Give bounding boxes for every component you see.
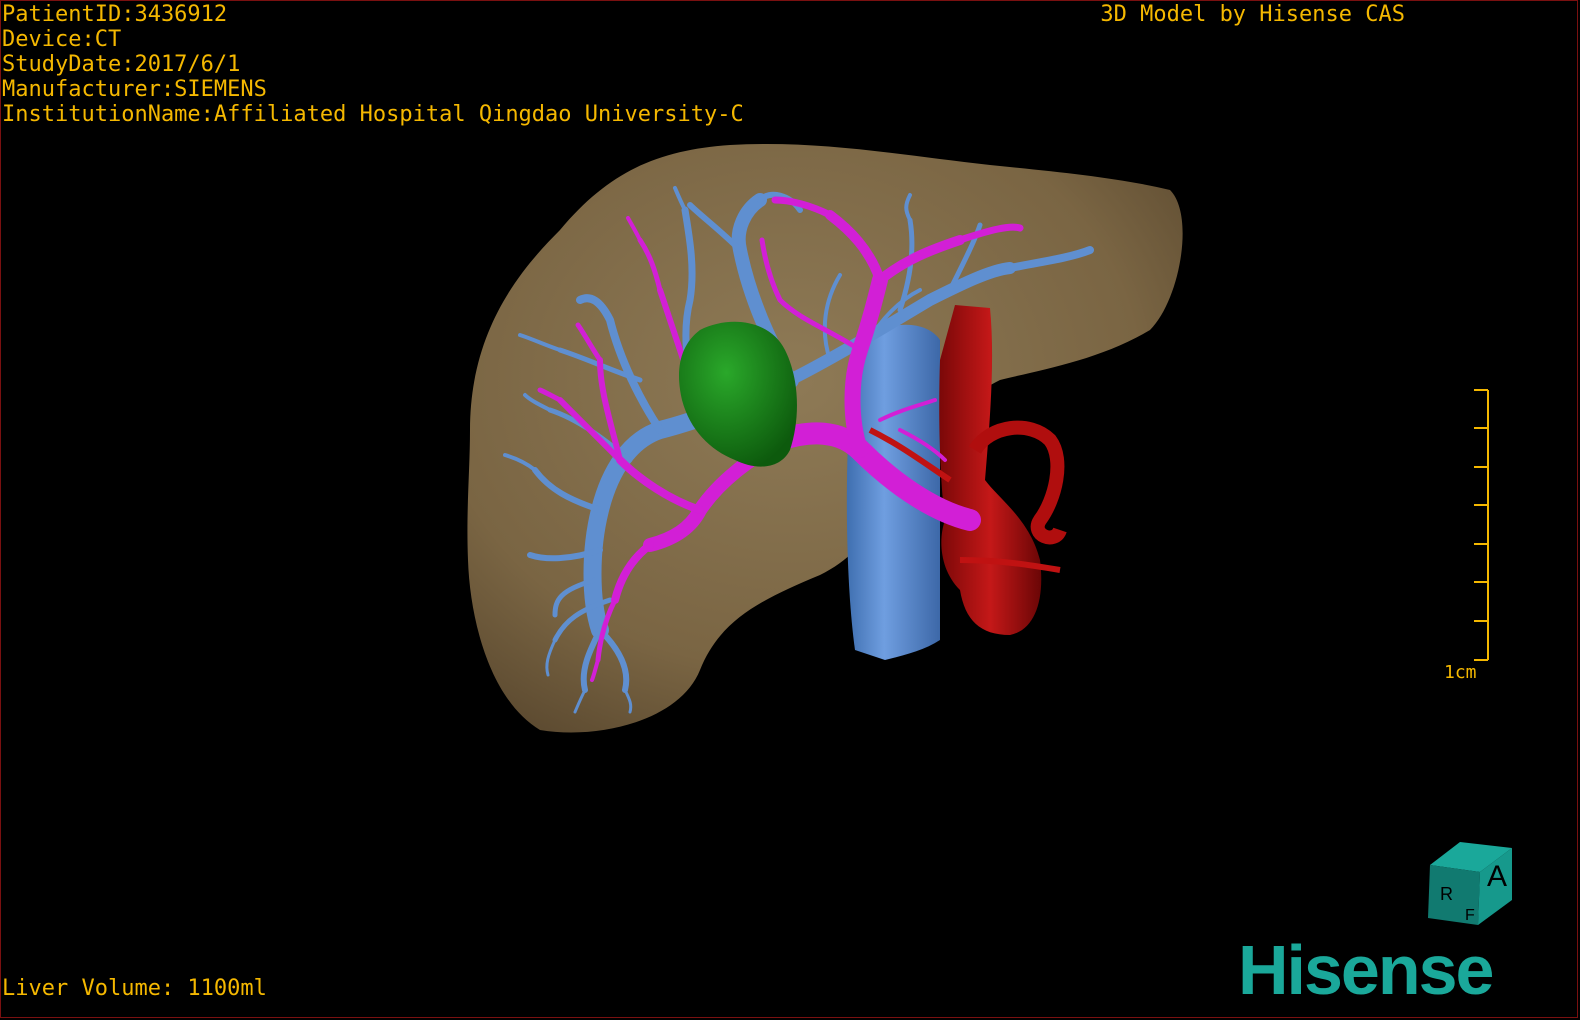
liver-volume-label: Liver Volume: 1100ml (2, 976, 267, 1001)
study-date-label: StudyDate:2017/6/1 (2, 52, 241, 77)
manufacturer-label: Manufacturer:SIEMENS (2, 77, 267, 102)
institution-label: InstitutionName:Affiliated Hospital Qing… (2, 102, 744, 127)
cube-face-top: F (1465, 907, 1475, 924)
dicom-info-overlay: PatientID:3436912 Device:CT StudyDate:2017… (2, 2, 744, 127)
device-label: Device:CT (2, 27, 122, 52)
cube-face-side: R (1440, 884, 1453, 904)
model-credit-label: 3D Model by Hisense CAS (1100, 2, 1405, 27)
cube-face-front: A (1487, 860, 1507, 893)
orientation-cube[interactable]: A R F (1428, 842, 1512, 925)
patient-id-label: PatientID:3436912 (2, 2, 228, 27)
scale-bar (1474, 389, 1489, 661)
hisense-logo: Hisense (1238, 931, 1494, 1009)
scale-bar-label: 1cm (1444, 662, 1477, 683)
3d-viewport[interactable]: A R F (0, 0, 1580, 1020)
